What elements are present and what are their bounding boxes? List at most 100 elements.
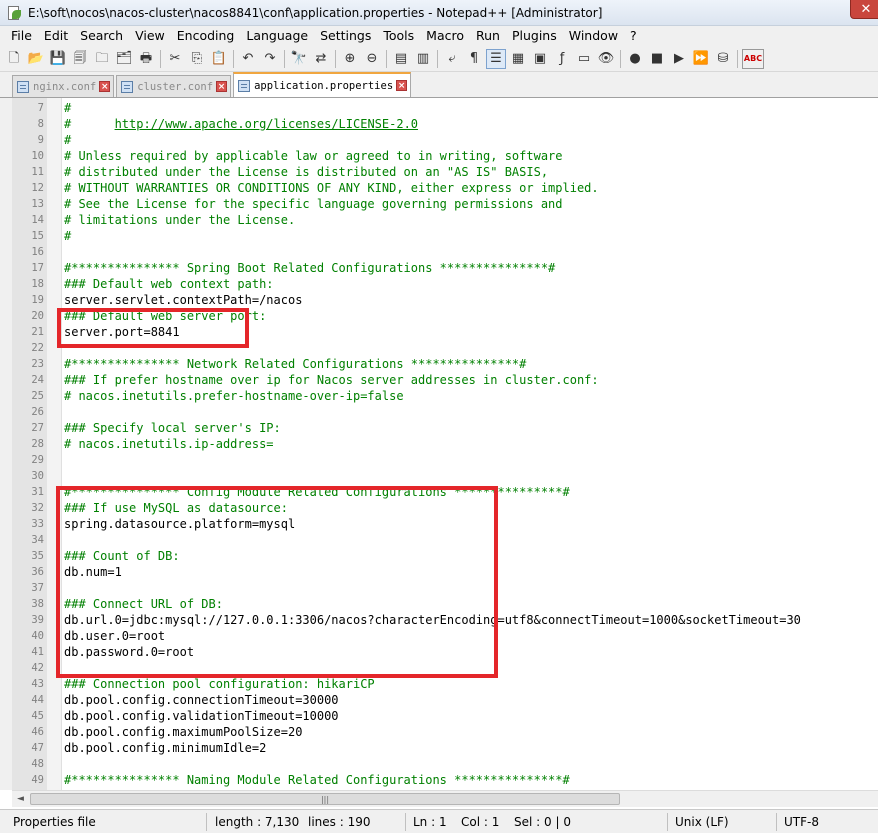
menu-view[interactable]: View <box>129 26 171 46</box>
line-number: 39 <box>31 614 44 626</box>
code-text: # nacos.inetutils.ip-address= <box>64 437 274 451</box>
file-icon <box>121 80 134 93</box>
sync-vertical-icon[interactable]: ▤ <box>391 49 411 69</box>
save-all-icon[interactable]: 🗐 <box>70 49 90 69</box>
status-line-number: Ln : 1 <box>413 815 447 829</box>
editor-line: 8 # http://www.apache.org/licenses/LICENS… <box>12 116 878 132</box>
editor-line: 49 #*************** Naming Module Related… <box>12 772 878 788</box>
editor-line: 12 # WITHOUT WARRANTIES OR CONDITIONS OF … <box>12 180 878 196</box>
line-number: 29 <box>31 454 44 466</box>
copy-icon[interactable]: ⎘ <box>187 49 207 69</box>
word-wrap-icon[interactable]: ⤶ <box>442 49 462 69</box>
zoom-in-icon[interactable]: ⊕ <box>340 49 360 69</box>
close-icon[interactable]: 🗀 <box>92 49 112 69</box>
status-bar: Properties file length : 7,130 lines : 1… <box>0 809 878 833</box>
line-number: 11 <box>31 166 44 178</box>
stop-macro-icon[interactable]: ■ <box>647 49 667 69</box>
tab-close-icon[interactable]: × <box>216 81 228 92</box>
line-number: 30 <box>31 470 44 482</box>
code-text: #*************** Spring Boot Related Con… <box>64 261 556 275</box>
code-text: # WITHOUT WARRANTIES OR CONDITIONS OF AN… <box>64 181 599 195</box>
doc-map-icon[interactable]: ▣ <box>530 49 550 69</box>
line-number: 16 <box>31 246 44 258</box>
close-all-icon[interactable]: 🗂 <box>114 49 134 69</box>
line-number: 28 <box>31 438 44 450</box>
line-number: 12 <box>31 182 44 194</box>
tab-close-icon[interactable]: × <box>396 80 408 91</box>
spell-check-icon[interactable]: ABC <box>742 48 764 69</box>
status-eol: Unix (LF) <box>675 815 729 829</box>
menu-search[interactable]: Search <box>74 26 129 46</box>
editor-line: 24 ### If prefer hostname over ip for Nac… <box>12 372 878 388</box>
play-multiple-macro-icon[interactable]: ⏩ <box>691 49 711 69</box>
menu-file[interactable]: File <box>5 26 38 46</box>
undo-icon[interactable]: ↶ <box>238 49 258 69</box>
editor-area[interactable]: 7 #8 # http://www.apache.org/licenses/LICE… <box>12 98 878 790</box>
code-text: ### If prefer hostname over ip for Nacos… <box>64 373 599 387</box>
line-number: 20 <box>31 310 44 322</box>
menu-tools[interactable]: Tools <box>377 26 420 46</box>
tab-application-properties[interactable]: application.properties × <box>233 72 412 97</box>
editor-left-edge <box>0 98 12 790</box>
indent-guide-icon[interactable]: ☰ <box>486 48 506 69</box>
save-icon[interactable]: 💾 <box>48 49 68 69</box>
record-macro-icon[interactable]: ● <box>625 49 645 69</box>
code-text: # distributed under the License is distr… <box>64 165 549 179</box>
replace-icon[interactable]: ⇄ <box>311 49 331 69</box>
toolbar-separator <box>737 49 738 68</box>
show-all-chars-icon[interactable]: ¶ <box>464 49 484 69</box>
find-icon[interactable]: 🔭 <box>289 49 309 69</box>
sync-horizontal-icon[interactable]: ▥ <box>413 49 433 69</box>
code-text: # limitations under the License. <box>64 213 296 227</box>
folder-workspace-icon[interactable]: ▭ <box>574 49 594 69</box>
play-macro-icon[interactable]: ▶ <box>669 49 689 69</box>
menu-encoding[interactable]: Encoding <box>171 26 241 46</box>
horizontal-scrollbar[interactable]: ◄ ||| <box>12 790 878 807</box>
line-number: 46 <box>31 726 44 738</box>
code-text: # nacos.inetutils.prefer-hostname-over-i… <box>64 389 404 403</box>
line-number: 13 <box>31 198 44 210</box>
tab-cluster-conf[interactable]: cluster.conf × <box>116 75 232 97</box>
menu-run[interactable]: Run <box>470 26 506 46</box>
line-number: 21 <box>31 326 44 338</box>
print-icon[interactable]: 🖶 <box>136 49 156 69</box>
menu-plugins[interactable]: Plugins <box>506 26 563 46</box>
line-number: 34 <box>31 534 44 546</box>
editor-line: 16 <box>12 244 878 260</box>
cut-icon[interactable]: ✂ <box>165 49 185 69</box>
menu-language[interactable]: Language <box>240 26 314 46</box>
toolbar-separator <box>233 49 234 68</box>
paste-icon[interactable]: 📋 <box>209 49 229 69</box>
code-text: # http://www.apache.org/licenses/LICENSE… <box>64 117 419 131</box>
code-text: # <box>64 101 72 115</box>
line-number: 24 <box>31 374 44 386</box>
code-text: # See the License for the specific langu… <box>64 197 563 211</box>
license-link[interactable]: http://www.apache.org/licenses/LICENSE-2… <box>115 117 418 131</box>
menu-help[interactable]: ? <box>624 26 643 46</box>
editor-line: 48 <box>12 756 878 772</box>
scrollbar-thumb[interactable]: ||| <box>30 793 620 805</box>
redo-icon[interactable]: ↷ <box>260 49 280 69</box>
menu-window[interactable]: Window <box>563 26 624 46</box>
editor-line: 43 ### Connection pool configuration: hik… <box>12 676 878 692</box>
line-number: 25 <box>31 390 44 402</box>
new-file-icon[interactable]: 🗋 <box>4 49 24 69</box>
tab-label: cluster.conf <box>137 80 214 93</box>
code-text: #*************** Network Related Configu… <box>64 357 527 371</box>
open-file-icon[interactable]: 📂 <box>26 49 46 69</box>
save-macro-icon[interactable]: ⛁ <box>713 49 733 69</box>
status-file-type: Properties file <box>13 815 96 829</box>
window-close-button[interactable]: ✕ <box>850 0 878 19</box>
line-number: 7 <box>37 102 44 114</box>
scroll-left-arrow-icon[interactable]: ◄ <box>12 791 29 807</box>
user-lang-icon[interactable]: ▦ <box>508 49 528 69</box>
line-number: 17 <box>31 262 44 274</box>
menu-edit[interactable]: Edit <box>38 26 74 46</box>
function-list-icon[interactable]: ƒ <box>552 49 572 69</box>
zoom-out-icon[interactable]: ⊖ <box>362 49 382 69</box>
tab-close-icon[interactable]: × <box>99 81 111 92</box>
menu-settings[interactable]: Settings <box>314 26 377 46</box>
tab-nginx-conf[interactable]: nginx.conf × <box>12 75 115 97</box>
monitoring-icon[interactable]: 👁 <box>596 49 616 69</box>
menu-macro[interactable]: Macro <box>420 26 470 46</box>
